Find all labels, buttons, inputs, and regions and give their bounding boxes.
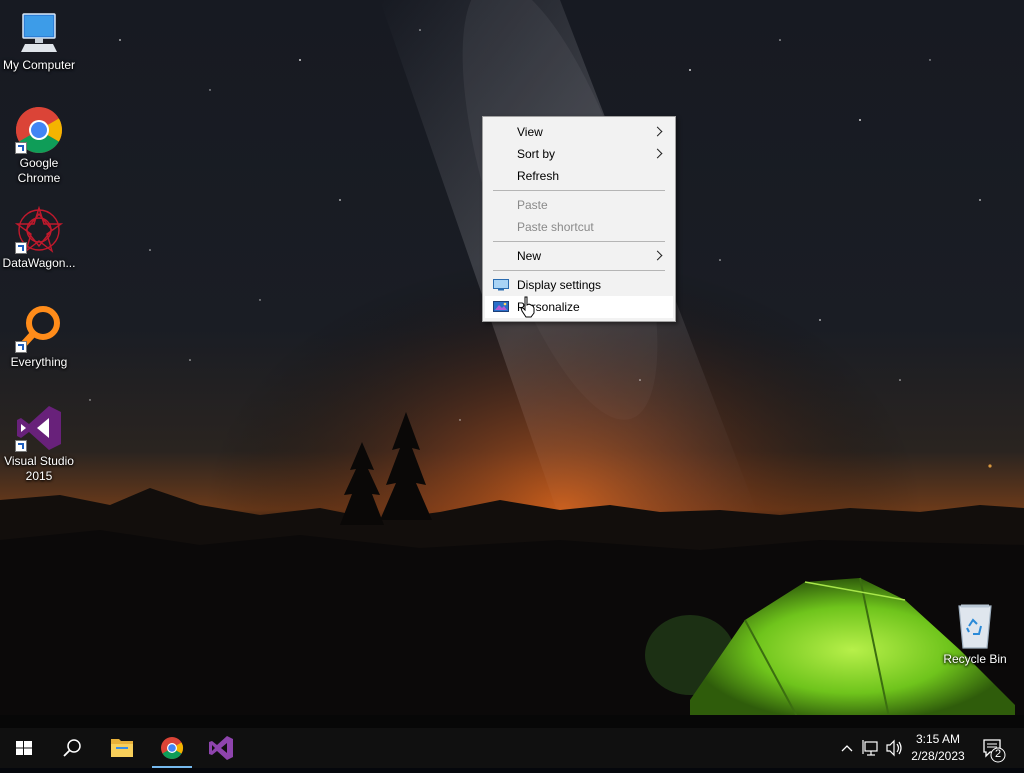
desktop-icon-label: Google Chrome (17, 156, 61, 185)
desktop-icon-everything[interactable]: Everything (0, 305, 78, 370)
menu-item-label: New (517, 249, 542, 263)
menu-item-label: Paste shortcut (517, 220, 594, 234)
display-icon (493, 279, 509, 291)
notification-count-badge: 2 (994, 748, 1002, 760)
recycle-bin-icon (951, 602, 999, 650)
desktop-context-menu: View Sort by Refresh Paste Paste shortcu… (482, 116, 676, 322)
menu-item-label: Paste (517, 198, 548, 212)
desktop-icon-datawagon[interactable]: DataWagon... (0, 205, 78, 271)
network-icon (862, 740, 878, 756)
chevron-right-icon (652, 148, 663, 159)
menu-separator (493, 241, 665, 242)
menu-item-label: View (517, 125, 543, 139)
desktop-icon-label: Recycle Bin (943, 652, 1007, 666)
menu-separator (493, 190, 665, 191)
visual-studio-taskbar-button[interactable] (197, 728, 245, 768)
file-explorer-button[interactable] (98, 728, 146, 768)
clock-date: 2/28/2023 (911, 749, 965, 763)
shortcut-arrow-icon (15, 242, 27, 254)
volume-icon (886, 739, 902, 757)
desktop-icon-visual-studio[interactable]: Visual Studio 2015 (0, 404, 78, 484)
desktop-icon-label: My Computer (2, 58, 76, 72)
clock-time: 3:15 AM (915, 732, 961, 746)
shortcut-arrow-icon (15, 142, 27, 154)
menu-separator (493, 270, 665, 271)
desktop-icon-google-chrome[interactable]: Google Chrome (0, 106, 78, 186)
search-icon (63, 739, 81, 757)
chrome-icon (15, 106, 63, 154)
everything-search-icon (15, 305, 63, 353)
datawagon-icon (14, 205, 64, 254)
my-computer-icon (15, 8, 63, 56)
desktop-icon-label: DataWagon... (2, 256, 76, 270)
menu-item-personalize[interactable]: Personalize (485, 296, 673, 318)
menu-item-new[interactable]: New (485, 245, 673, 267)
volume-button[interactable] (883, 728, 905, 768)
mouse-pointer-icon (520, 296, 535, 318)
desktop-wallpaper[interactable] (0, 0, 1024, 728)
chrome-taskbar-button[interactable] (148, 728, 196, 768)
action-center-button[interactable]: 2 (976, 728, 1016, 768)
desktop-icon-recycle-bin[interactable]: Recycle Bin (936, 602, 1014, 667)
search-button[interactable] (48, 728, 96, 768)
chevron-right-icon (652, 250, 663, 261)
shortcut-arrow-icon (15, 440, 27, 452)
windows-start-icon (16, 741, 32, 755)
file-explorer-icon (111, 739, 133, 757)
menu-item-label: Refresh (517, 169, 560, 183)
menu-item-label: Display settings (517, 278, 602, 292)
desktop-icon-label: Everything (10, 355, 68, 369)
chevron-up-icon (841, 745, 853, 752)
visual-studio-icon (209, 736, 233, 760)
desktop-icon-label: Visual Studio 2015 (4, 454, 74, 483)
network-button[interactable] (860, 728, 882, 768)
menu-item-paste-shortcut[interactable]: Paste shortcut (485, 216, 673, 238)
menu-item-view[interactable]: View (485, 121, 673, 143)
menu-item-display-settings[interactable]: Display settings (485, 274, 673, 296)
chevron-right-icon (652, 126, 663, 137)
menu-item-label: Sort by (517, 147, 556, 161)
start-button[interactable] (0, 728, 48, 768)
visual-studio-icon (15, 404, 63, 452)
menu-item-refresh[interactable]: Refresh (485, 165, 673, 187)
clock-button[interactable]: 3:15 AM 2/28/2023 (904, 731, 972, 765)
menu-item-paste[interactable]: Paste (485, 194, 673, 216)
chrome-icon (161, 737, 183, 759)
show-hidden-icons-button[interactable] (836, 728, 858, 768)
shortcut-arrow-icon (15, 341, 27, 353)
wallpaper-image (0, 0, 1024, 728)
taskbar: 3:15 AM 2/28/2023 2 (0, 728, 1024, 768)
menu-item-sort-by[interactable]: Sort by (485, 143, 673, 165)
personalize-icon (493, 301, 509, 312)
desktop-icon-my-computer[interactable]: My Computer (0, 8, 78, 73)
